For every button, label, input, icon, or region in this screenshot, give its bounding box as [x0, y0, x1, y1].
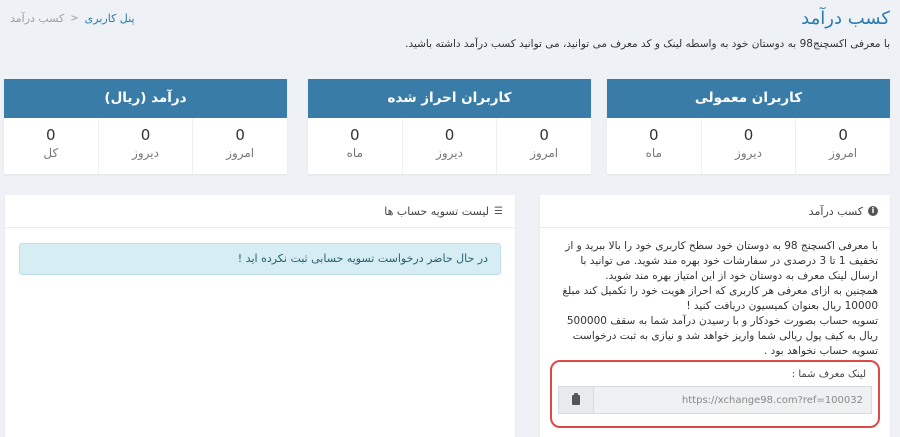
- referral-link-input[interactable]: [594, 386, 872, 414]
- earn-panel-title: کسب درآمد: [808, 204, 863, 218]
- list-icon: ☰: [494, 205, 503, 217]
- stat-cell-yesterday: 0 دیروز: [401, 118, 497, 174]
- stat-value: 0: [838, 126, 848, 144]
- settlement-panel-title: لیست تسویه حساب ها: [384, 204, 490, 218]
- earn-paragraph: تسویه حساب بصورت خودکار و با رسیدن درآمد…: [566, 315, 878, 357]
- earn-panel-header: i کسب درآمد: [540, 195, 890, 228]
- earn-paragraph: همچنین به ازای معرفی هر کاربری که احراز …: [562, 285, 878, 312]
- breadcrumb: پنل کاربری < کسب درآمد: [10, 12, 135, 25]
- stat-label: دیروز: [436, 146, 463, 160]
- page-description: با معرفی اکسچنج98 به دوستان خود به واسطه…: [405, 38, 890, 50]
- breadcrumb-home-link[interactable]: پنل کاربری: [85, 12, 135, 25]
- stat-cell-today: 0 امروز: [496, 118, 591, 174]
- earn-panel: i کسب درآمد با معرفی اکسچنج 98 به دوستان…: [540, 195, 890, 437]
- stat-card-title: کاربران معمولی: [607, 79, 890, 118]
- stat-value: 0: [649, 126, 659, 144]
- clipboard-icon: [572, 393, 580, 405]
- settlement-panel-header: ☰ لیست تسویه حساب ها: [5, 195, 515, 228]
- chevron-icon: <: [70, 13, 79, 24]
- stat-value: 0: [350, 126, 360, 144]
- stat-value: 0: [444, 126, 455, 144]
- stat-cell-today: 0 امروز: [192, 118, 287, 174]
- breadcrumb-current: کسب درآمد: [10, 12, 65, 25]
- stat-card-title: کاربران احراز شده: [308, 79, 591, 118]
- stat-value: 0: [743, 126, 754, 144]
- stat-label: امروز: [530, 146, 559, 160]
- stat-cell-yesterday: 0 دیروز: [700, 118, 796, 174]
- page-header: کسب درآمد با معرفی اکسچنج98 به دوستان خو…: [0, 0, 900, 64]
- stat-value: 0: [140, 126, 151, 144]
- stat-card-title: درآمد (ریال): [4, 79, 287, 118]
- stat-cell-today: 0 امروز: [795, 118, 890, 174]
- stat-cell-month: 0 ماه: [308, 118, 402, 174]
- stat-value: 0: [46, 126, 56, 144]
- stat-label: امروز: [226, 146, 255, 160]
- stat-label: ماه: [346, 146, 363, 160]
- stat-card-regular-users: کاربران معمولی 0 امروز 0 دیروز 0 ماه: [607, 79, 890, 174]
- page-title: کسب درآمد: [801, 8, 890, 29]
- earn-description: با معرفی اکسچنج 98 به دوستان خود سطح کار…: [552, 239, 878, 359]
- referral-link-group: [558, 386, 872, 414]
- stat-cell-total: 0 کل: [4, 118, 98, 174]
- stat-value: 0: [539, 126, 549, 144]
- stat-label: دیروز: [132, 146, 159, 160]
- stat-label: ماه: [645, 146, 662, 160]
- stat-card-verified-users: کاربران احراز شده 0 امروز 0 دیروز 0 ماه: [308, 79, 591, 174]
- earn-paragraph: با معرفی اکسچنج 98 به دوستان خود سطح کار…: [565, 240, 878, 282]
- stat-label: امروز: [829, 146, 858, 160]
- stat-card-income: درآمد (ریال) 0 امروز 0 دیروز 0 کل: [4, 79, 287, 174]
- info-icon: i: [868, 206, 878, 216]
- referral-link-box: لینک معرف شما :: [550, 360, 880, 428]
- stat-label: کل: [43, 146, 59, 160]
- referral-link-label: لینک معرف شما :: [791, 369, 866, 380]
- no-settlement-alert: در حال حاضر درخواست تسویه حسابی ثبت نکرد…: [19, 243, 501, 275]
- settlement-panel: ☰ لیست تسویه حساب ها در حال حاضر درخواست…: [5, 195, 515, 437]
- stat-cell-yesterday: 0 دیروز: [97, 118, 193, 174]
- copy-link-button[interactable]: [558, 386, 594, 414]
- stat-label: دیروز: [735, 146, 762, 160]
- stat-cell-month: 0 ماه: [607, 118, 701, 174]
- stat-value: 0: [235, 126, 245, 144]
